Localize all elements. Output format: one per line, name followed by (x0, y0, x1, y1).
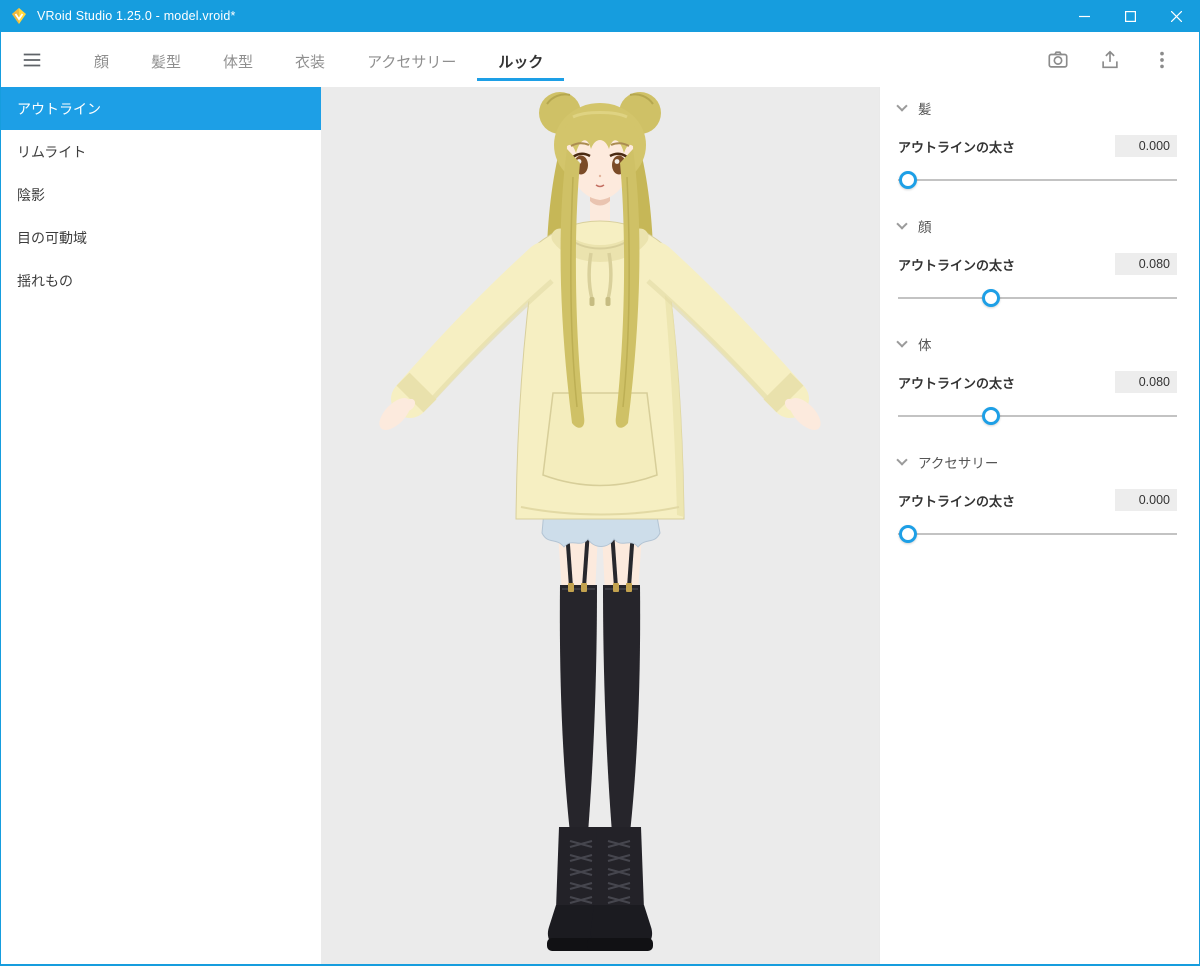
outline-thickness-input[interactable] (1115, 371, 1177, 393)
camera-icon[interactable] (1047, 49, 1069, 71)
tab-accessories[interactable]: アクセサリー (346, 39, 477, 81)
outline-thickness-label: アウトラインの太さ (898, 375, 1016, 391)
sidebar-item-sway[interactable]: 揺れもの (1, 259, 321, 302)
outline-thickness-slider[interactable] (898, 523, 1177, 545)
slider-thumb[interactable] (898, 525, 917, 543)
export-icon[interactable] (1099, 49, 1121, 71)
section-accessories: アクセサリー アウトラインの太さ (896, 451, 1177, 545)
app-window: VRoid Studio 1.25.0 - model.vroid* 顔 髪型 … (0, 0, 1200, 966)
chevron-down-icon (896, 336, 908, 348)
chevron-down-icon (896, 218, 908, 230)
outline-thickness-input[interactable] (1115, 253, 1177, 275)
character-hoodie (391, 220, 809, 520)
section-accessories-header[interactable]: アクセサリー (896, 451, 1177, 473)
section-title: 髪 (918, 102, 932, 117)
tab-look[interactable]: ルック (477, 39, 565, 81)
slider-track[interactable] (898, 533, 1177, 535)
section-face: 顔 アウトラインの太さ (896, 215, 1177, 309)
outline-thickness-label: アウトラインの太さ (898, 493, 1016, 509)
tab-outfit[interactable]: 衣装 (274, 39, 346, 81)
section-title: 体 (918, 338, 932, 353)
section-body: 体 アウトラインの太さ (896, 333, 1177, 427)
chevron-down-icon (896, 100, 908, 112)
outline-thickness-slider[interactable] (898, 405, 1177, 427)
main-content: アウトライン リムライト 陰影 目の可動域 揺れもの 髪 アウトラインの太さ 0… (1, 87, 1199, 964)
slider-thumb[interactable] (898, 171, 917, 189)
section-body-header[interactable]: 体 (896, 333, 1177, 355)
kebab-menu-icon[interactable] (1151, 49, 1173, 71)
tab-hairstyle[interactable]: 髪型 (130, 39, 202, 81)
section-title: 顔 (918, 220, 932, 235)
sidebar-item-outline[interactable]: アウトライン (1, 87, 321, 130)
window-controls (1061, 0, 1199, 32)
slider-track[interactable] (898, 415, 1177, 417)
menu-icon[interactable] (15, 32, 49, 87)
close-button[interactable] (1153, 0, 1199, 32)
outline-thickness-slider[interactable] (898, 169, 1177, 191)
outline-thickness-input[interactable] (1115, 135, 1177, 157)
section-face-header[interactable]: 顔 (896, 215, 1177, 237)
slider-track[interactable] (898, 179, 1177, 181)
slider-track[interactable] (898, 297, 1177, 299)
section-hair-header[interactable]: 髪 (896, 97, 1177, 119)
window-title: VRoid Studio 1.25.0 - model.vroid* (37, 9, 236, 23)
look-sidebar: アウトライン リムライト 陰影 目の可動域 揺れもの (1, 87, 321, 964)
character-boots (547, 827, 653, 951)
section-hair: 髪 アウトラインの太さ (896, 97, 1177, 191)
outline-thickness-input[interactable] (1115, 489, 1177, 511)
tab-body[interactable]: 体型 (202, 39, 274, 81)
character-model (379, 92, 821, 951)
editor-tabs: 顔 髪型 体型 衣装 アクセサリー ルック (73, 32, 565, 87)
chevron-down-icon (896, 454, 908, 466)
outline-thickness-label: アウトラインの太さ (898, 257, 1016, 273)
3d-viewport[interactable] (321, 87, 879, 964)
section-title: アクセサリー (918, 456, 999, 471)
outline-settings-panel: 髪 アウトラインの太さ 顔 アウトラインの太さ (879, 87, 1199, 964)
toolbar-actions (1047, 32, 1183, 87)
character-legs (541, 510, 661, 951)
outline-thickness-label: アウトラインの太さ (898, 139, 1016, 155)
maximize-button[interactable] (1107, 0, 1153, 32)
outline-thickness-slider[interactable] (898, 287, 1177, 309)
slider-thumb[interactable] (982, 407, 1001, 425)
titlebar: VRoid Studio 1.25.0 - model.vroid* (1, 0, 1199, 32)
main-toolbar: 顔 髪型 体型 衣装 アクセサリー ルック (1, 32, 1199, 87)
tab-face[interactable]: 顔 (73, 39, 130, 81)
sidebar-item-shading[interactable]: 陰影 (1, 173, 321, 216)
minimize-button[interactable] (1061, 0, 1107, 32)
app-icon (10, 7, 28, 25)
slider-thumb[interactable] (982, 289, 1001, 307)
sidebar-item-rim-light[interactable]: リムライト (1, 130, 321, 173)
sidebar-item-eye-range[interactable]: 目の可動域 (1, 216, 321, 259)
